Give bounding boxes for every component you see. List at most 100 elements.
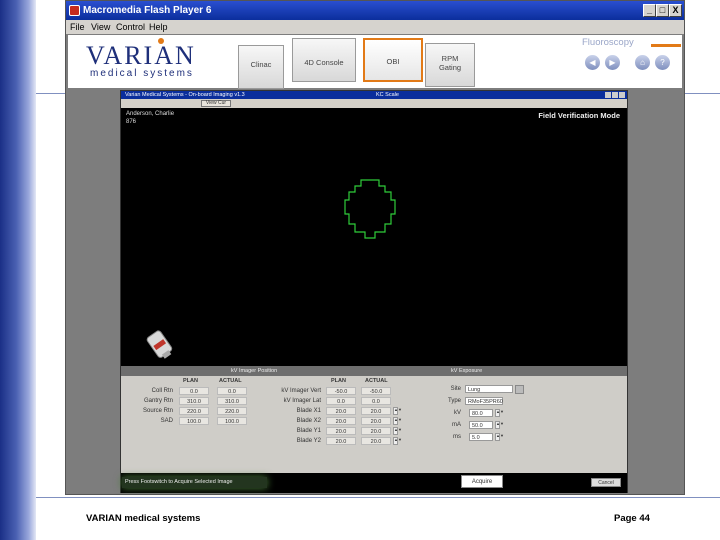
tab-rpm-sublabel: Gating <box>438 63 462 72</box>
kv-label: kV <box>453 410 461 416</box>
tab-obi-label: OBI <box>386 57 400 66</box>
cancel-button[interactable]: Cancel <box>591 478 621 487</box>
obi-titlebar[interactable]: Varian Medical Systems - On-board Imagin… <box>121 91 627 99</box>
field-outline-shape <box>344 179 396 239</box>
ma-label: mA <box>452 422 461 428</box>
blade-x2-actual: 20.0 <box>361 417 391 425</box>
kv-source-icon <box>146 330 173 359</box>
gantry-plan-header: PLAN <box>183 378 198 384</box>
help-icon[interactable]: ? <box>655 55 670 70</box>
logo-subtitle: medical systems <box>90 68 194 79</box>
view-current-button[interactable]: View Cur <box>201 100 231 107</box>
window-titlebar[interactable]: Macromedia Flash Player 6 _ □ X <box>66 1 684 20</box>
menu-view[interactable]: View <box>91 20 110 34</box>
obi-close-button[interactable] <box>619 92 625 98</box>
blade-x2-plan: 20.0 <box>326 417 356 425</box>
site-dropdown-button[interactable] <box>515 385 524 394</box>
obi-toolbar: View Cur <box>121 99 627 108</box>
back-icon[interactable]: ◀ <box>585 55 600 70</box>
obi-title: Varian Medical Systems - On-board Imagin… <box>125 92 245 98</box>
source-rtn-actual: 220.0 <box>217 407 247 415</box>
type-label: Type <box>447 398 461 404</box>
close-button[interactable]: X <box>669 4 682 17</box>
menu-file[interactable]: File <box>70 20 85 34</box>
kv-imager-lat-label: kV Imager Lat <box>283 398 321 404</box>
menu-control[interactable]: Control <box>116 20 145 34</box>
mode-title: Field Verification Mode <box>538 111 620 120</box>
ma-spinner[interactable]: ▲▼ <box>495 421 504 429</box>
blade-y1-label: Blade Y1 <box>296 428 321 434</box>
app-header: VARIAN medical systems Clinac 4D Console… <box>68 35 682 89</box>
logo-dot <box>158 38 164 44</box>
footer-page-number: Page 44 <box>614 513 650 524</box>
blade-x1-plan: 20.0 <box>326 407 356 415</box>
tab-rpm-label: RPM <box>441 54 459 63</box>
forward-icon[interactable]: ▶ <box>605 55 620 70</box>
tab-clinac[interactable]: Clinac <box>238 45 284 89</box>
coll-rtn-plan: 0.0 <box>179 387 209 395</box>
sad-label: SAD <box>160 418 173 424</box>
tab-rpm-gating[interactable]: RPM Gating <box>425 43 475 87</box>
image-viewer[interactable]: Anderson, Charlie 876 Field Verification… <box>121 108 627 366</box>
blade-plan-header: PLAN <box>331 378 346 384</box>
menu-help[interactable]: Help <box>149 20 168 34</box>
kv-field[interactable]: 80.0 <box>469 409 493 417</box>
type-field[interactable]: RMoF35PR60 <box>465 397 503 405</box>
panel-header-bar: kV Imager Position kV Exposure <box>121 366 627 376</box>
ms-field[interactable]: 5.0 <box>469 433 493 441</box>
source-rtn-plan: 220.0 <box>179 407 209 415</box>
kv-imager-vert-label: kV Imager Vert <box>281 388 321 394</box>
status-bar: Press Footswitch to Acquire Selected Ima… <box>121 473 627 493</box>
parameter-panel: PLAN ACTUAL Coll Rtn 0.0 0.0 Gantry Rtn … <box>121 376 627 473</box>
blade-y2-spinner[interactable]: ▲▼ <box>393 437 402 445</box>
home-icon[interactable]: ⌂ <box>635 55 650 70</box>
site-label: Site <box>450 386 461 392</box>
coll-rtn-label: Coll Rtn <box>151 388 173 394</box>
obi-minimize-button[interactable] <box>605 92 611 98</box>
kv-exposure-heading: kV Exposure <box>451 368 483 374</box>
gantry-rtn-plan: 310.0 <box>179 397 209 405</box>
blade-x2-label: Blade X2 <box>296 418 321 424</box>
slide-rule <box>36 93 66 94</box>
ma-field[interactable]: 50.0 <box>469 421 493 429</box>
blade-x1-spinner[interactable]: ▲▼ <box>393 407 402 415</box>
source-rtn-label: Source Rtn <box>142 408 173 414</box>
blade-actual-header: ACTUAL <box>365 378 388 384</box>
kv-imager-lat-actual: 0.0 <box>361 397 391 405</box>
maximize-button[interactable]: □ <box>656 4 669 17</box>
blade-y2-actual: 20.0 <box>361 437 391 445</box>
minimize-button[interactable]: _ <box>643 4 656 17</box>
kv-imager-vert-plan: -50.0 <box>326 387 356 395</box>
obi-maximize-button[interactable] <box>612 92 618 98</box>
tab-4d-console[interactable]: 4D Console <box>292 38 356 82</box>
varian-logo: VARIAN medical systems <box>86 38 196 81</box>
gantry-rtn-label: Gantry Rtn <box>143 398 173 404</box>
blade-y1-actual: 20.0 <box>361 427 391 435</box>
slide-side-stripe <box>0 0 36 540</box>
footer-company: VARIAN medical systems <box>86 513 201 524</box>
site-field[interactable]: Lung <box>465 385 513 393</box>
patient-name: Anderson, Charlie <box>126 111 175 117</box>
ms-spinner[interactable]: ▲▼ <box>495 433 504 441</box>
tab-clinac-label: Clinac <box>250 60 272 69</box>
section-underline <box>651 44 681 47</box>
status-message: Press Footswitch to Acquire Selected Ima… <box>122 477 267 488</box>
kv-imager-lat-plan: 0.0 <box>326 397 356 405</box>
acquire-button[interactable]: Acquire <box>461 475 503 488</box>
blade-y1-plan: 20.0 <box>326 427 356 435</box>
sad-plan: 100.0 <box>179 417 209 425</box>
kv-imager-position-heading: kV Imager Position <box>231 368 278 374</box>
blade-y1-spinner[interactable]: ▲▼ <box>393 427 402 435</box>
window-title: Macromedia Flash Player 6 <box>83 5 212 16</box>
blade-y2-plan: 20.0 <box>326 437 356 445</box>
kv-spinner[interactable]: ▲▼ <box>495 409 504 417</box>
slide-rule <box>36 497 720 498</box>
blade-x1-actual: 20.0 <box>361 407 391 415</box>
gantry-actual-header: ACTUAL <box>219 378 242 384</box>
blade-x2-spinner[interactable]: ▲▼ <box>393 417 402 425</box>
tab-obi[interactable]: OBI <box>363 38 423 82</box>
ms-label: ms <box>453 434 461 440</box>
blade-y2-label: Blade Y2 <box>296 438 321 444</box>
logo-wordmark: VARIAN <box>86 41 196 70</box>
obi-application-window: Varian Medical Systems - On-board Imagin… <box>120 90 628 493</box>
